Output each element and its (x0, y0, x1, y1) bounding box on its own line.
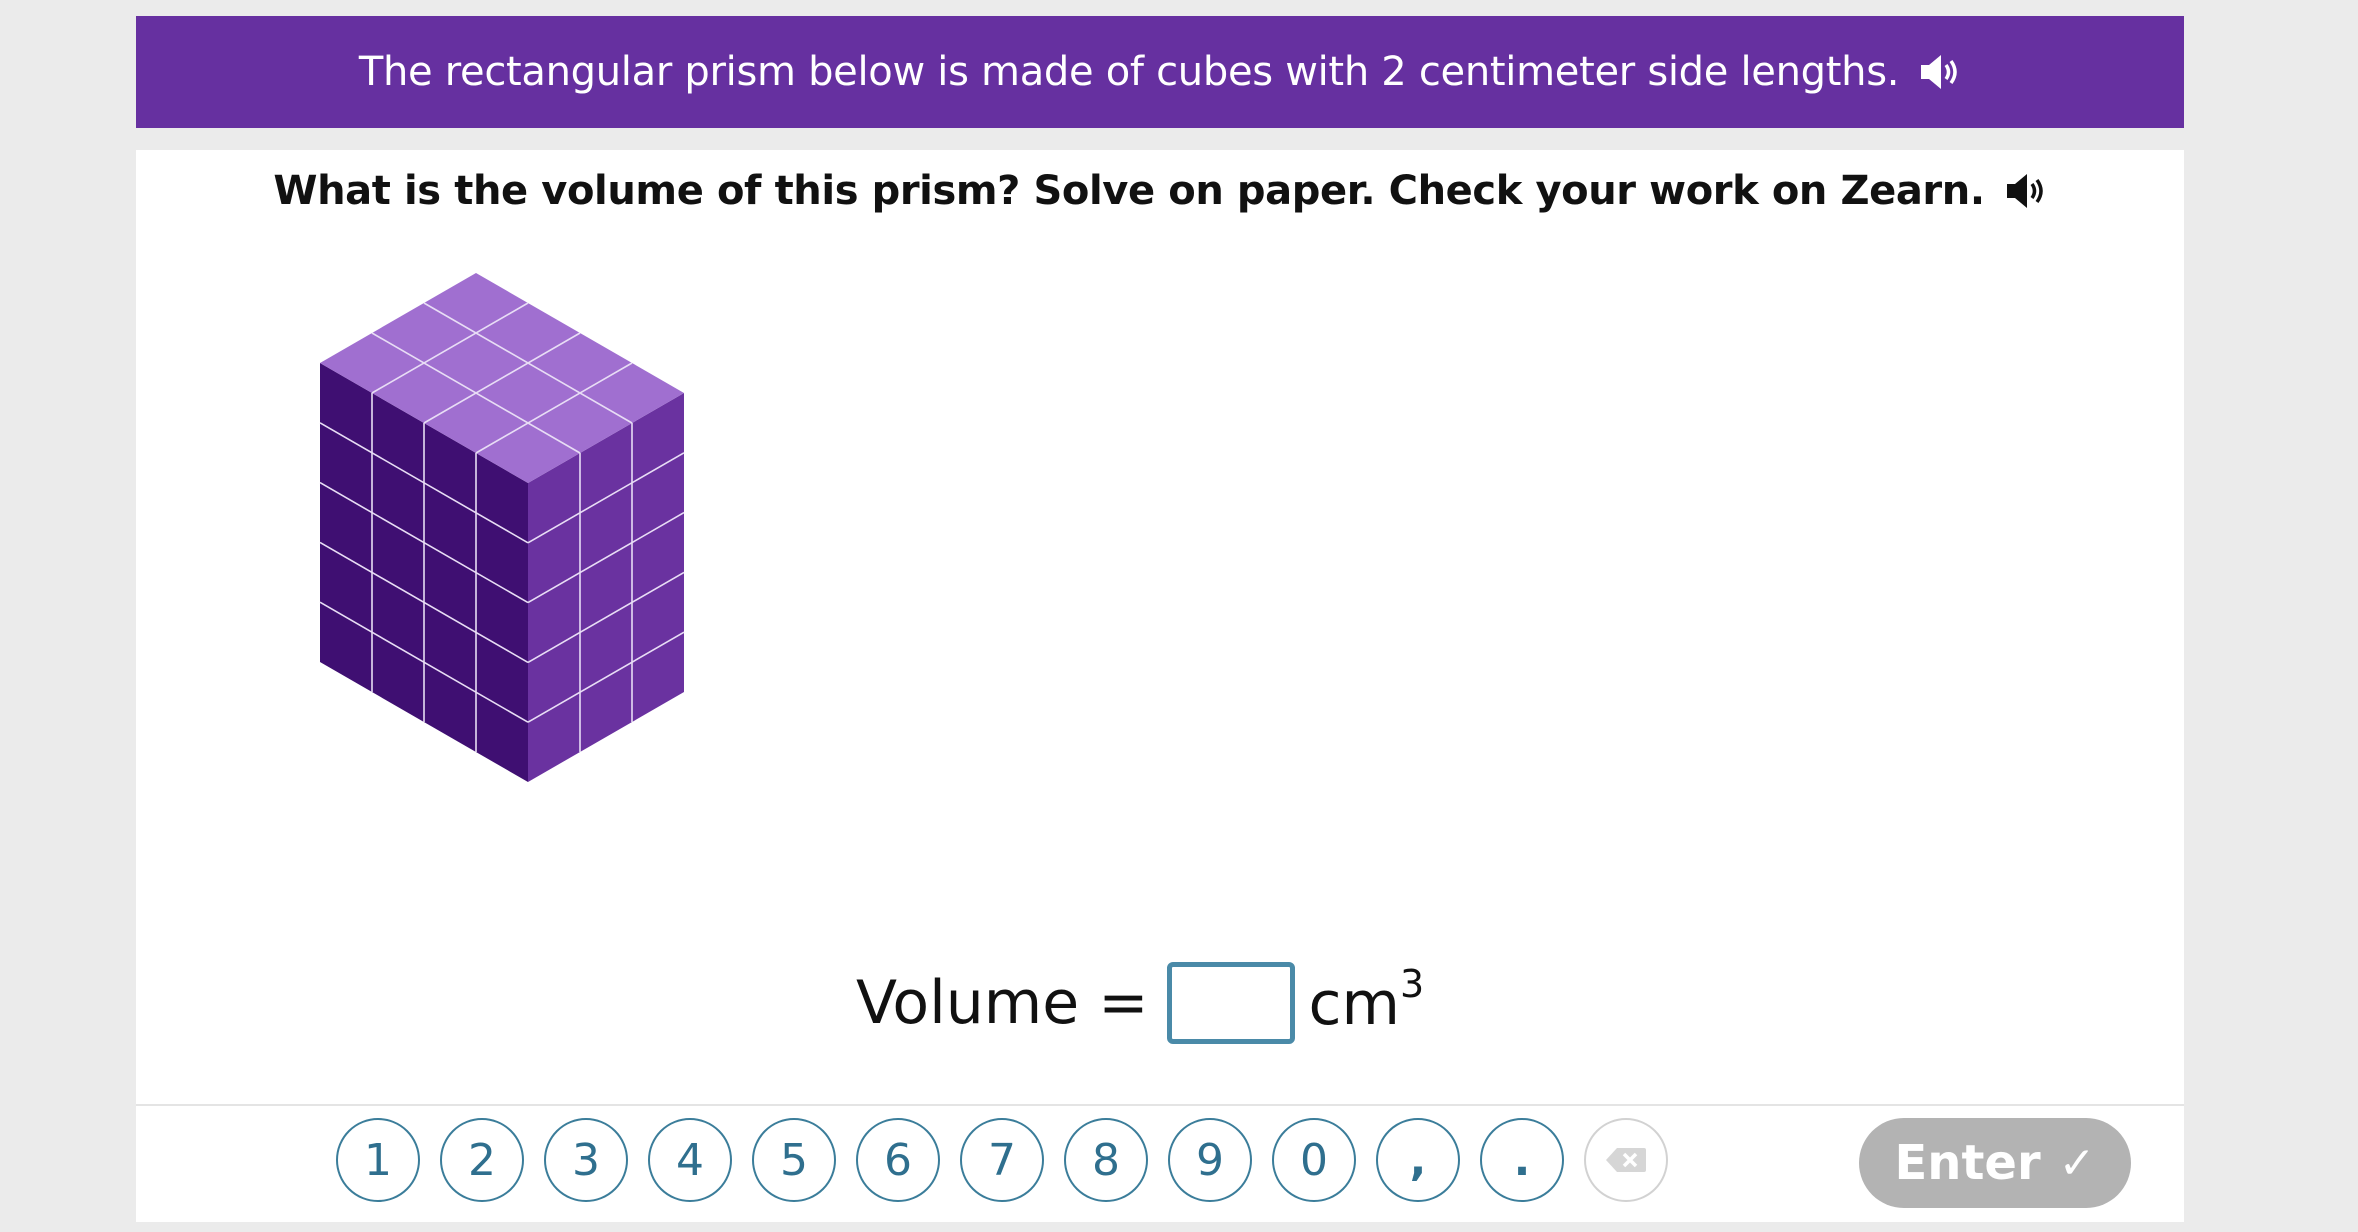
key-3[interactable]: 3 (544, 1118, 628, 1202)
backspace-key[interactable] (1584, 1118, 1668, 1202)
enter-label: Enter (1894, 1135, 2041, 1191)
backspace-icon (1606, 1148, 1646, 1172)
instruction-banner: The rectangular prism below is made of c… (136, 16, 2184, 128)
volume-answer-input[interactable] (1166, 962, 1295, 1044)
rectangular-prism-diagram (319, 273, 685, 782)
key-4[interactable]: 4 (648, 1118, 732, 1202)
volume-unit: cm3 (1308, 962, 1425, 1039)
key-8[interactable]: 8 (1064, 1118, 1148, 1202)
key-2[interactable]: 2 (440, 1118, 524, 1202)
key-9[interactable]: 9 (1168, 1118, 1252, 1202)
speaker-icon[interactable] (2003, 171, 2047, 211)
speaker-icon[interactable] (1917, 52, 1961, 92)
number-keypad: 1 2 3 4 5 6 7 8 9 0 , . (336, 1118, 1668, 1202)
key-decimal-point[interactable]: . (1480, 1118, 1564, 1202)
unit-exponent: 3 (1399, 961, 1425, 1006)
enter-button[interactable]: Enter ✓ (1859, 1118, 2131, 1208)
key-0[interactable]: 0 (1272, 1118, 1356, 1202)
question-card: What is the volume of this prism? Solve … (136, 150, 2184, 1222)
key-5[interactable]: 5 (752, 1118, 836, 1202)
key-1[interactable]: 1 (336, 1118, 420, 1202)
instruction-text: The rectangular prism below is made of c… (358, 49, 1900, 95)
key-7[interactable]: 7 (960, 1118, 1044, 1202)
key-6[interactable]: 6 (856, 1118, 940, 1202)
volume-label: Volume = (856, 968, 1149, 1038)
key-comma[interactable]: , (1376, 1118, 1460, 1202)
keypad-divider (136, 1104, 2184, 1106)
check-icon: ✓ (2058, 1137, 2096, 1189)
unit-text: cm (1308, 968, 1400, 1039)
volume-equation: Volume = cm3 (856, 962, 1424, 1044)
